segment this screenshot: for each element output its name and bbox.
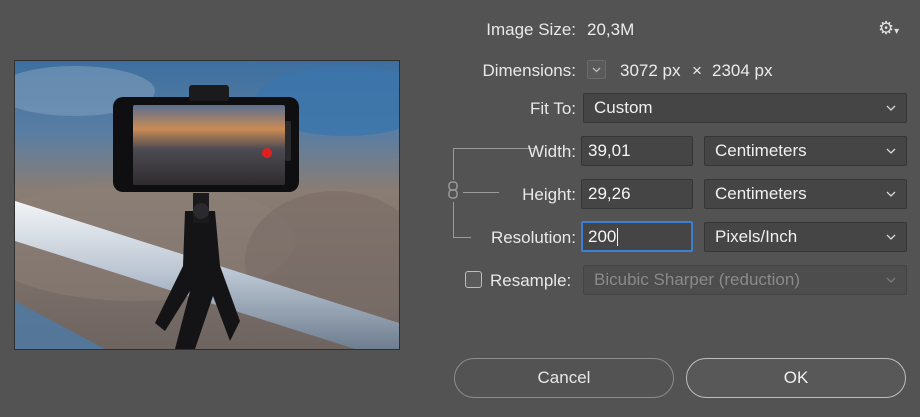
height-label: Height: bbox=[522, 185, 576, 204]
height-input[interactable]: 29,26 bbox=[581, 179, 693, 209]
resample-method-value: Bicubic Sharper (reduction) bbox=[594, 270, 800, 289]
fit-to-select[interactable]: Custom bbox=[583, 93, 907, 123]
chevron-down-icon bbox=[886, 105, 896, 111]
width-label: Width: bbox=[527, 142, 576, 161]
resolution-label: Resolution: bbox=[490, 228, 576, 247]
dimensions-width: 3072 px bbox=[620, 61, 681, 80]
resample-label[interactable]: Resample: bbox=[490, 271, 571, 291]
chevron-down-icon: ▾ bbox=[894, 26, 900, 37]
dimensions-unit-toggle[interactable] bbox=[587, 60, 606, 79]
fit-to-label: Fit To: bbox=[530, 99, 576, 118]
image-preview bbox=[14, 60, 400, 350]
height-unit-value: Centimeters bbox=[715, 184, 807, 203]
resolution-value: 200 bbox=[588, 226, 617, 246]
cancel-button-label: Cancel bbox=[537, 368, 591, 387]
resolution-unit-value: Pixels/Inch bbox=[715, 227, 798, 246]
ok-button[interactable]: OK bbox=[686, 358, 906, 398]
chevron-down-icon bbox=[886, 148, 896, 154]
gear-icon[interactable]: ⚙▾ bbox=[878, 18, 899, 39]
resolution-input[interactable]: 200 bbox=[581, 221, 693, 252]
cancel-button[interactable]: Cancel bbox=[454, 358, 674, 398]
resample-method-select: Bicubic Sharper (reduction) bbox=[583, 265, 907, 295]
image-size-value: 20,3M bbox=[587, 20, 635, 39]
width-input[interactable]: 39,01 bbox=[581, 136, 693, 166]
dimensions-height: 2304 px bbox=[712, 61, 773, 80]
preview-photo bbox=[15, 61, 399, 349]
height-unit-select[interactable]: Centimeters bbox=[704, 179, 907, 209]
chevron-down-icon bbox=[886, 191, 896, 197]
width-unit-value: Centimeters bbox=[715, 141, 807, 160]
text-caret bbox=[617, 227, 619, 246]
chevron-down-icon bbox=[592, 67, 601, 73]
ok-button-label: OK bbox=[783, 368, 809, 387]
width-value: 39,01 bbox=[588, 141, 631, 160]
resolution-unit-select[interactable]: Pixels/Inch bbox=[704, 222, 907, 252]
image-size-label: Image Size: bbox=[486, 20, 576, 39]
dimensions-label: Dimensions: bbox=[482, 61, 576, 80]
chevron-down-icon bbox=[886, 234, 896, 240]
chevron-down-icon bbox=[886, 277, 896, 283]
resample-checkbox[interactable] bbox=[465, 271, 482, 288]
width-unit-select[interactable]: Centimeters bbox=[704, 136, 907, 166]
dimensions-times: × bbox=[692, 61, 702, 80]
fit-to-value: Custom bbox=[594, 98, 653, 117]
height-value: 29,26 bbox=[588, 184, 631, 203]
